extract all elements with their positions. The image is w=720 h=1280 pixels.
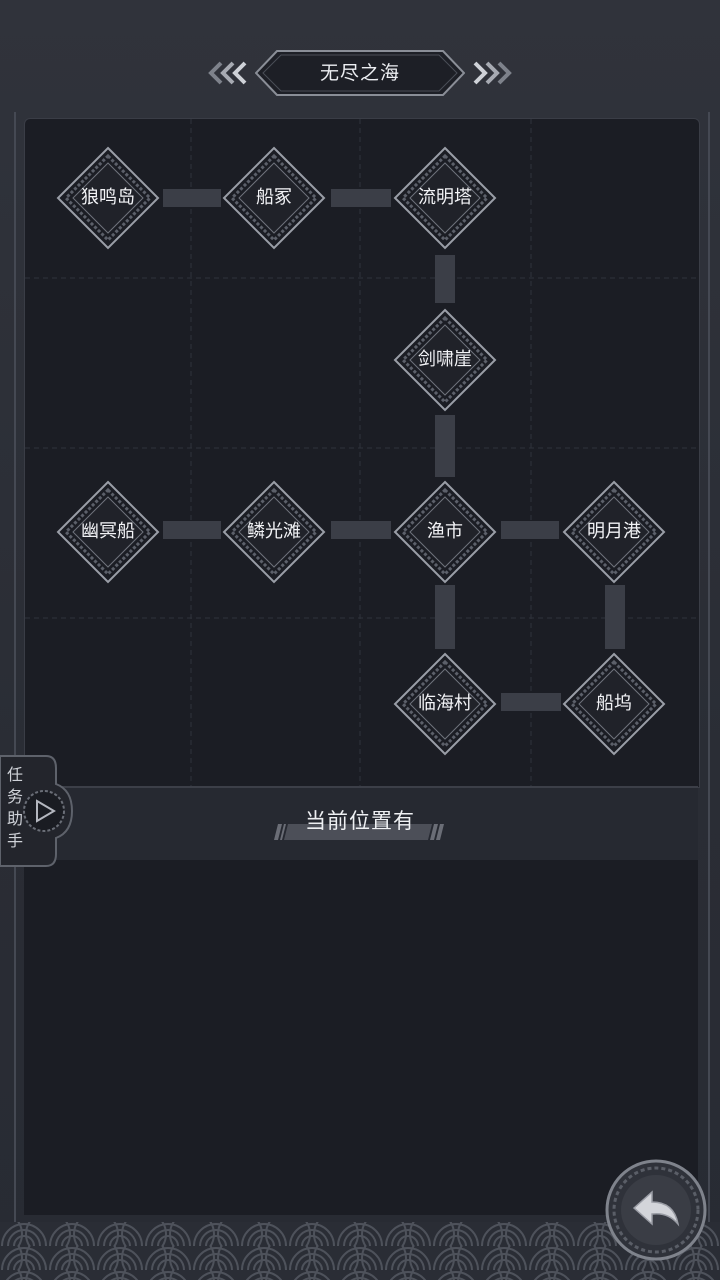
node-label: 狼鸣岛 [81,187,135,208]
region-title-banner: 无尽之海 [205,46,515,102]
region-title: 无尽之海 [319,62,400,84]
task-helper-char: 助 [6,809,23,828]
node-label: 幽冥船 [81,521,135,542]
node-label: 流明塔 [418,187,472,208]
path-connector [501,693,561,711]
path-connector [435,415,455,477]
map-node-current[interactable]: 渔市 [393,480,497,584]
task-helper-char: 任 [6,765,23,784]
node-label: 明月港 [587,521,641,542]
map-node[interactable]: 船冢 [222,146,326,250]
map-node[interactable]: 幽冥船 [56,480,160,584]
map-node[interactable]: 流明塔 [393,146,497,250]
world-map-screen: 无尽之海 狼鸣岛 船冢 流明塔 剑啸崖 幽冥船 鳞光滩 渔市 明月港 临海村 船… [0,0,720,1280]
task-helper-char: 务 [6,787,23,806]
double-chevron-right-icon[interactable] [469,60,513,91]
play-arrow-icon [36,799,56,823]
path-connector [435,255,455,303]
task-helper-label: 任 务 助 手 [2,764,28,852]
path-connector [435,585,455,649]
map-node[interactable]: 鳞光滩 [222,480,326,584]
map-node[interactable]: 狼鸣岛 [56,146,160,250]
path-connector [501,521,559,539]
back-button[interactable] [604,1158,708,1262]
path-connector [163,189,221,207]
map-node[interactable]: 船坞 [562,652,666,756]
node-label: 船冢 [256,187,292,208]
location-contents-panel [24,860,698,1215]
double-chevron-left-icon[interactable] [207,60,251,91]
back-arrow-icon [605,1159,707,1261]
current-location-heading: 当前位置有 [305,809,415,833]
path-connector [331,189,391,207]
map-node[interactable]: 临海村 [393,652,497,756]
path-connector [331,521,391,539]
path-connector [605,585,625,649]
node-label: 剑啸崖 [418,349,472,370]
node-label: 临海村 [418,693,472,714]
node-label: 鳞光滩 [247,521,301,542]
path-connector [163,521,221,539]
map-node[interactable]: 剑啸崖 [393,308,497,412]
node-label: 渔市 [427,521,463,542]
map-node[interactable]: 明月港 [562,480,666,584]
task-helper-char: 手 [6,831,23,850]
node-label: 船坞 [596,693,632,714]
